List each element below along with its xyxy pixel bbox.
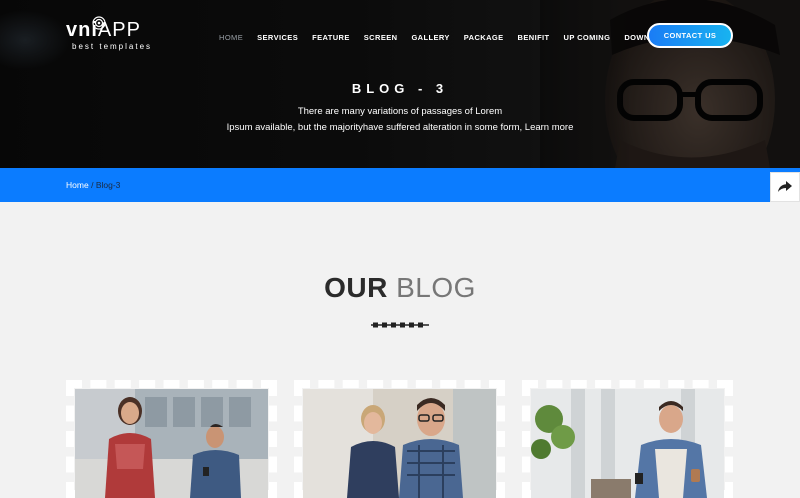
breadcrumb: Home / Blog-3 xyxy=(66,180,120,190)
contact-us-button[interactable]: CONTACT US xyxy=(647,23,733,48)
hero-text-line-1: There are many variations of passages of… xyxy=(297,106,503,117)
blog-card-image[interactable] xyxy=(75,389,268,498)
nav-item-gallery[interactable]: GALLERY xyxy=(411,33,449,42)
nav-item-benifit[interactable]: BENIFIT xyxy=(518,33,550,42)
share-button[interactable] xyxy=(770,172,800,202)
logo-tagline: best templates xyxy=(72,42,153,51)
blog-card-2[interactable] xyxy=(294,380,505,498)
breadcrumb-separator: / xyxy=(91,180,94,190)
breadcrumb-home-link[interactable]: Home xyxy=(66,180,89,190)
blog-card-1[interactable] xyxy=(66,380,277,498)
blog-card-image[interactable] xyxy=(531,389,724,498)
site-logo[interactable]: vniAPP best templates xyxy=(66,16,153,51)
nav-item-services[interactable]: SERVICES xyxy=(257,33,298,42)
nav-item-feature[interactable]: FEATURE xyxy=(312,33,350,42)
section-title-bold: OUR xyxy=(324,272,388,303)
blog-card-image[interactable] xyxy=(303,389,496,498)
section-title: OUR BLOG xyxy=(0,272,800,304)
main-nav: HOME SERVICES FEATURE SCREEN GALLERY PAC… xyxy=(219,33,705,42)
breadcrumb-current: Blog-3 xyxy=(95,180,121,190)
section-title-light: BLOG xyxy=(396,272,476,303)
logo-wordmark: vniAPP xyxy=(66,20,152,40)
blog-card-3[interactable] xyxy=(522,380,733,498)
breadcrumb-bar: Home / Blog-3 xyxy=(0,168,800,202)
nav-item-screen[interactable]: SCREEN xyxy=(364,33,398,42)
nav-item-package[interactable]: PACKAGE xyxy=(464,33,504,42)
target-icon xyxy=(92,16,106,30)
page-title: BLOG - 3 xyxy=(351,81,449,96)
blog-image-laughing-couple xyxy=(303,389,496,498)
nav-item-up-coming[interactable]: UP COMING xyxy=(564,33,611,42)
blog-image-two-people-with-phones xyxy=(75,389,268,498)
hero-description: There are many variations of passages of… xyxy=(0,104,800,136)
nav-item-home[interactable]: HOME xyxy=(219,33,243,42)
hero-text-line-2: Ipsum available, but the majorityhave su… xyxy=(226,122,574,133)
blog-image-man-with-coffee xyxy=(531,389,724,498)
title-divider xyxy=(371,322,429,328)
share-arrow-icon xyxy=(778,181,792,192)
